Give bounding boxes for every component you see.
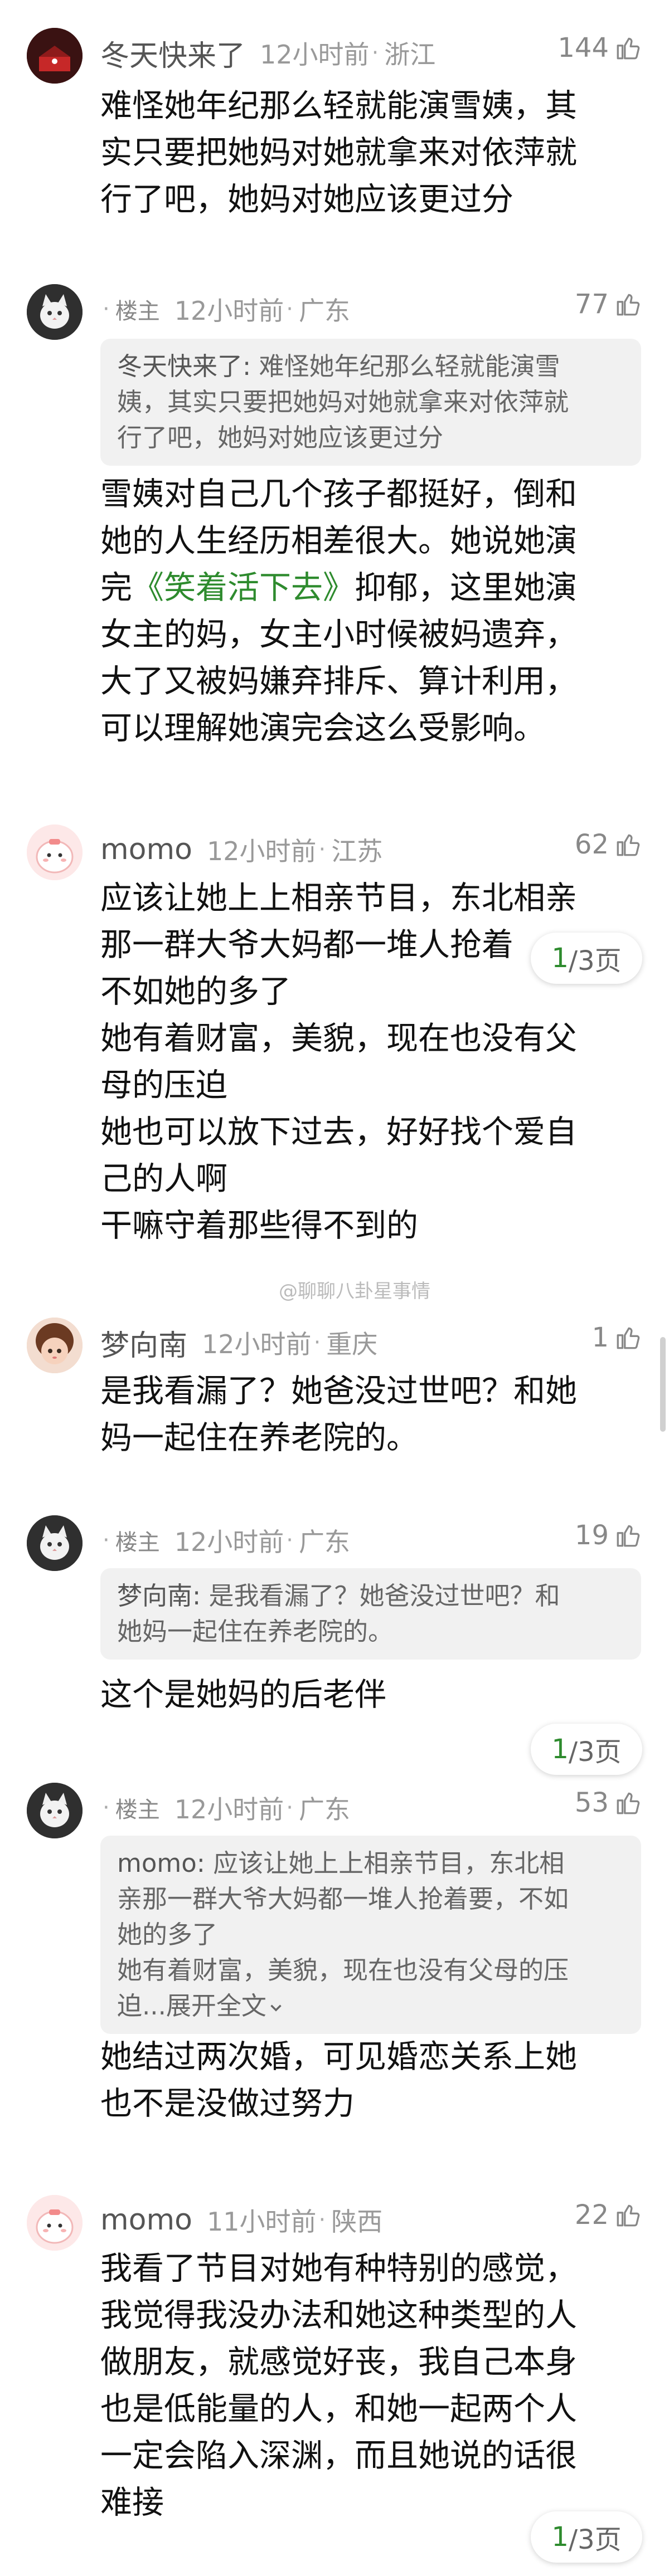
comment-header: · 楼主 12小时前 · 广东 bbox=[100, 1777, 350, 1838]
thumbs-up-icon bbox=[617, 1792, 640, 1814]
username[interactable]: 冬天快来了 bbox=[100, 32, 245, 74]
current-page: 1 bbox=[551, 2521, 569, 2553]
timestamp: 12小时前 bbox=[260, 40, 370, 70]
separator-dot: · bbox=[318, 837, 326, 862]
avatar[interactable] bbox=[27, 28, 83, 84]
comment-text: 这个是她妈的后老伴 bbox=[100, 1676, 386, 1713]
separator-dot: · bbox=[103, 1795, 110, 1821]
title-link[interactable]: 《笑着活下去》 bbox=[132, 569, 355, 606]
comment-header: 梦向南 12小时前 · 重庆 bbox=[100, 1312, 377, 1373]
avatar[interactable] bbox=[27, 2195, 83, 2251]
page-indicator[interactable]: 1/3页 bbox=[531, 933, 642, 984]
comment-text: 应该让她上上相亲节目，东北相亲 那一群大爷大妈都一堆人抢着 不如她的多了 她有着… bbox=[100, 880, 577, 1244]
timestamp: 12小时前 bbox=[202, 1329, 312, 1359]
quoted-comment[interactable]: momo: 应该让她上上相亲节目，东北相 亲那一群大爷大妈都一堆人抢着要，不如 … bbox=[100, 1836, 641, 2034]
timestamp: 12小时前 bbox=[206, 836, 317, 866]
thumbs-up-icon bbox=[617, 2204, 640, 2227]
like-button[interactable]: 1 bbox=[592, 1322, 642, 1353]
separator-dot: · bbox=[318, 2207, 326, 2233]
timestamp: 11小时前 bbox=[206, 2207, 317, 2237]
current-page: 1 bbox=[551, 1734, 569, 1765]
location: 广东 bbox=[298, 1794, 350, 1824]
location: 重庆 bbox=[326, 1329, 378, 1359]
comment-header: · 楼主 12小时前 · 广东 bbox=[100, 1510, 350, 1571]
thumbs-up-icon bbox=[617, 1525, 640, 1547]
timestamp: 12小时前 bbox=[174, 1794, 284, 1824]
like-count: 1 bbox=[592, 1322, 609, 1353]
quoted-comment[interactable]: 梦向南: 是我看漏了？她爸没过世吧？和 她妈一起住在养老院的。 bbox=[100, 1568, 641, 1660]
comment-header: momo 11小时前 · 陕西 bbox=[100, 2189, 382, 2251]
thumbs-up-icon bbox=[617, 834, 640, 856]
avatar[interactable] bbox=[27, 824, 83, 880]
quoted-username: 冬天快来了: bbox=[117, 352, 251, 381]
op-badge: 楼主 bbox=[115, 1530, 160, 1555]
thumbs-up-icon bbox=[617, 1327, 640, 1349]
like-count: 19 bbox=[574, 1520, 609, 1551]
total-pages: /3页 bbox=[568, 1736, 622, 1768]
separator-dot: · bbox=[286, 1528, 293, 1553]
chevron-down-icon[interactable] bbox=[266, 1998, 285, 2017]
avatar[interactable] bbox=[27, 1783, 83, 1838]
timestamp: 12小时前 bbox=[174, 296, 284, 326]
comment-header: 冬天快来了 12小时前 · 浙江 bbox=[100, 22, 435, 84]
separator-dot: · bbox=[313, 1330, 321, 1355]
op-badge: 楼主 bbox=[115, 299, 160, 324]
separator-dot: · bbox=[286, 1795, 293, 1821]
like-button[interactable]: 19 bbox=[575, 1520, 642, 1551]
comment-text: 她结过两次婚，可见婚恋关系上她 也不是没做过努力 bbox=[100, 2038, 577, 2122]
scrollbar[interactable] bbox=[660, 1337, 666, 1432]
total-pages: /3页 bbox=[568, 945, 622, 977]
comment-text: 是我看漏了？她爸没过世吧？和她 妈一起住在养老院的。 bbox=[100, 1373, 577, 1456]
comment-text: 难怪她年纪那么轻就能演雪姨，其 实只要把她妈对她就拿来对依萍就 行了吧，她妈对她… bbox=[100, 87, 577, 218]
like-button[interactable]: 62 bbox=[575, 829, 642, 860]
separator-dot: · bbox=[371, 40, 379, 66]
like-count: 53 bbox=[574, 1787, 609, 1818]
page-indicator[interactable]: 1/3页 bbox=[531, 1724, 642, 1775]
like-count: 62 bbox=[574, 829, 609, 860]
like-count: 22 bbox=[574, 2199, 609, 2231]
avatar[interactable] bbox=[27, 1515, 83, 1571]
comment-text: 雪姨对自己几个孩子都挺好，倒和 她的人生经历相差很大。她说她演 完《笑着活下去》… bbox=[100, 471, 647, 752]
quoted-username: momo: bbox=[117, 1848, 205, 1878]
like-count: 77 bbox=[574, 289, 609, 320]
op-badge: 楼主 bbox=[115, 1797, 160, 1823]
comment-text: 我看了节目对她有种特别的感觉， 我觉得我没办法和她这种类型的人 做朋友，就感觉好… bbox=[100, 2250, 577, 2521]
comment-header: · 楼主 12小时前 · 广东 bbox=[100, 279, 350, 340]
like-button[interactable]: 53 bbox=[575, 1787, 642, 1818]
like-button[interactable]: 144 bbox=[558, 32, 642, 64]
separator-dot: · bbox=[286, 296, 293, 322]
location: 浙江 bbox=[384, 40, 436, 70]
page-indicator[interactable]: 1/3页 bbox=[531, 2511, 642, 2563]
username[interactable]: momo bbox=[100, 2203, 192, 2237]
like-count: 144 bbox=[558, 32, 609, 64]
location: 陕西 bbox=[331, 2207, 383, 2237]
comment-header: momo 12小时前 · 江苏 bbox=[100, 819, 382, 880]
separator-dot: · bbox=[103, 1528, 110, 1553]
username[interactable]: momo bbox=[100, 833, 192, 866]
location: 广东 bbox=[298, 296, 350, 326]
avatar[interactable] bbox=[27, 284, 83, 340]
username[interactable]: 梦向南 bbox=[100, 1322, 187, 1364]
quoted-username: 梦向南: bbox=[117, 1581, 201, 1611]
location: 江苏 bbox=[331, 836, 383, 866]
separator-dot: · bbox=[103, 296, 110, 322]
timestamp: 12小时前 bbox=[174, 1527, 284, 1557]
total-pages: /3页 bbox=[568, 2524, 622, 2555]
thumbs-up-icon bbox=[617, 294, 640, 316]
location: 广东 bbox=[298, 1527, 350, 1557]
like-button[interactable]: 22 bbox=[575, 2199, 642, 2231]
avatar[interactable] bbox=[27, 1318, 83, 1373]
watermark: @聊聊八卦星事情 bbox=[279, 1280, 430, 1302]
like-button[interactable]: 77 bbox=[575, 289, 642, 320]
quoted-comment[interactable]: 冬天快来了: 难怪她年纪那么轻就能演雪 姨，其实只要把她妈对她就拿来对依萍就 行… bbox=[100, 339, 641, 466]
current-page: 1 bbox=[551, 943, 569, 974]
thumbs-up-icon bbox=[617, 37, 640, 60]
